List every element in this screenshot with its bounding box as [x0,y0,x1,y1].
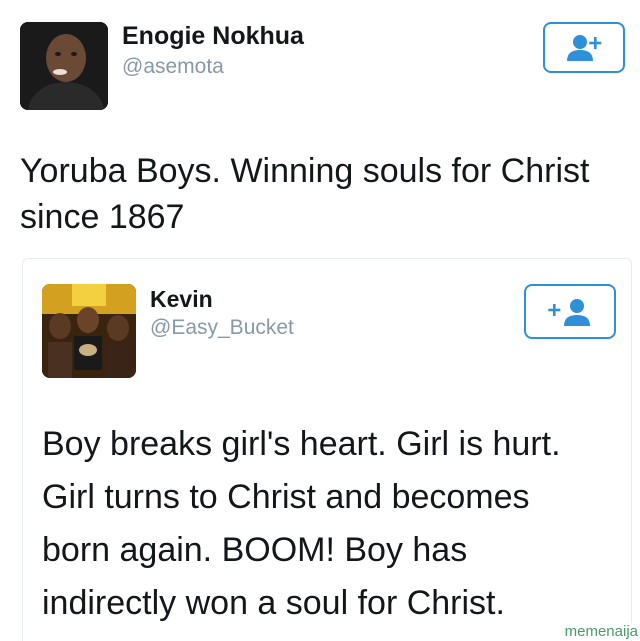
avatar[interactable] [20,22,108,110]
add-user-icon [567,34,602,61]
user-handle[interactable]: @asemota [122,55,224,79]
tweet-text-line: since 1867 [20,198,185,236]
tweet-text-line: Boy breaks girl's heart. Girl is hurt. [42,425,561,463]
user-handle[interactable]: @Easy_Bucket [150,316,294,340]
user-name[interactable]: Enogie Nokhua [122,22,304,51]
tweet-text: Yoruba Boys. Winning souls for Christ si… [20,148,630,240]
profile-photo [42,284,136,378]
tweet-text-line: born again. BOOM! Boy has [42,531,468,569]
profile-photo [20,22,108,110]
tweet-text-line: indirectly won a soul for Christ. [42,584,505,622]
add-user-icon [548,298,590,326]
follow-button[interactable] [524,284,616,339]
tweet-text-line: Girl turns to Christ and becomes [42,478,530,516]
follow-button[interactable] [543,22,625,73]
watermark: memenaija [562,623,640,640]
quoted-tweet-text: Boy breaks girl's heart. Girl is hurt. G… [42,418,632,630]
tweet-text-line: Yoruba Boys. Winning souls for Christ [20,152,590,190]
avatar[interactable] [42,284,136,378]
user-name[interactable]: Kevin [150,286,213,313]
